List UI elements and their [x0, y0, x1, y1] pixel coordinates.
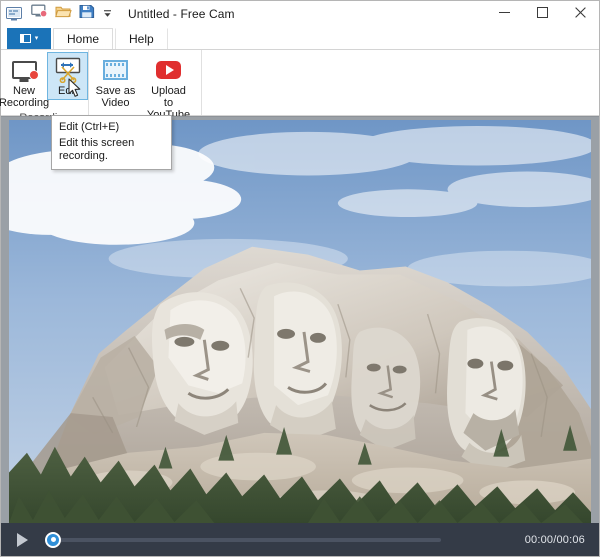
tooltip-body: Edit this screen recording.	[59, 137, 164, 163]
video-preview-area[interactable]	[1, 116, 599, 523]
qat-new-recording-button[interactable]	[30, 5, 48, 23]
monitor-record-icon	[31, 4, 48, 24]
video-frame[interactable]	[9, 120, 591, 523]
file-menu-button[interactable]: ▾	[7, 28, 51, 49]
ribbon-group-export: Save as Video Upload to YouTube Export	[89, 50, 202, 115]
youtube-icon	[154, 56, 184, 83]
quick-access-toolbar	[30, 5, 114, 23]
save-as-video-button[interactable]: Save as Video	[89, 52, 142, 112]
video-image-mount-rushmore	[9, 120, 591, 523]
free-cam-window: Untitled - Free Cam	[0, 0, 600, 557]
maximize-icon	[537, 5, 548, 23]
file-menu-chevron-icon: ▾	[35, 35, 39, 42]
seek-handle-icon[interactable]	[45, 532, 61, 548]
qat-overflow-chevron[interactable]	[102, 5, 114, 23]
close-button[interactable]	[561, 1, 599, 27]
tab-home-label: Home	[67, 32, 99, 46]
title-bar: Untitled - Free Cam	[1, 1, 599, 27]
tooltip-title: Edit (Ctrl+E)	[59, 121, 164, 133]
film-strip-icon	[101, 56, 131, 83]
play-button[interactable]	[13, 531, 31, 549]
time-display: 00:00/00:06	[525, 534, 585, 546]
upload-to-youtube-button[interactable]: Upload to YouTube	[142, 52, 195, 124]
free-cam-logo-icon	[6, 6, 22, 22]
close-icon	[575, 5, 586, 23]
file-menu-icon	[20, 34, 31, 43]
qat-save-button[interactable]	[78, 5, 96, 23]
window-controls	[485, 1, 599, 27]
qat-open-button[interactable]	[54, 5, 72, 23]
ribbon-tab-strip: ▾ Home Help	[1, 27, 599, 49]
new-recording-button[interactable]: New Recording	[1, 52, 47, 112]
tab-help[interactable]: Help	[115, 28, 168, 49]
monitor-record-icon	[9, 56, 39, 83]
new-recording-label: New Recording	[0, 85, 49, 109]
open-folder-icon	[55, 4, 72, 24]
tab-home[interactable]: Home	[53, 28, 113, 49]
ribbon-group-recording: New Recording	[1, 50, 89, 115]
ribbon: New Recording	[1, 49, 599, 116]
minimize-icon	[499, 5, 510, 23]
window-title: Untitled - Free Cam	[128, 7, 485, 21]
tooltip: Edit (Ctrl+E) Edit this screen recording…	[51, 115, 172, 170]
player-bar: 00:00/00:06	[1, 523, 599, 556]
scissors-edit-icon	[53, 56, 83, 83]
seek-bar[interactable]	[43, 531, 513, 549]
edit-label: Edit	[58, 85, 77, 97]
ribbon-filler	[202, 50, 599, 115]
floppy-save-icon	[79, 4, 95, 24]
seek-track[interactable]	[53, 538, 441, 542]
minimize-button[interactable]	[485, 1, 523, 27]
play-icon	[17, 533, 28, 547]
edit-button[interactable]: Edit	[47, 52, 88, 100]
maximize-button[interactable]	[523, 1, 561, 27]
tab-help-label: Help	[129, 32, 154, 46]
save-as-video-label: Save as Video	[96, 85, 136, 109]
